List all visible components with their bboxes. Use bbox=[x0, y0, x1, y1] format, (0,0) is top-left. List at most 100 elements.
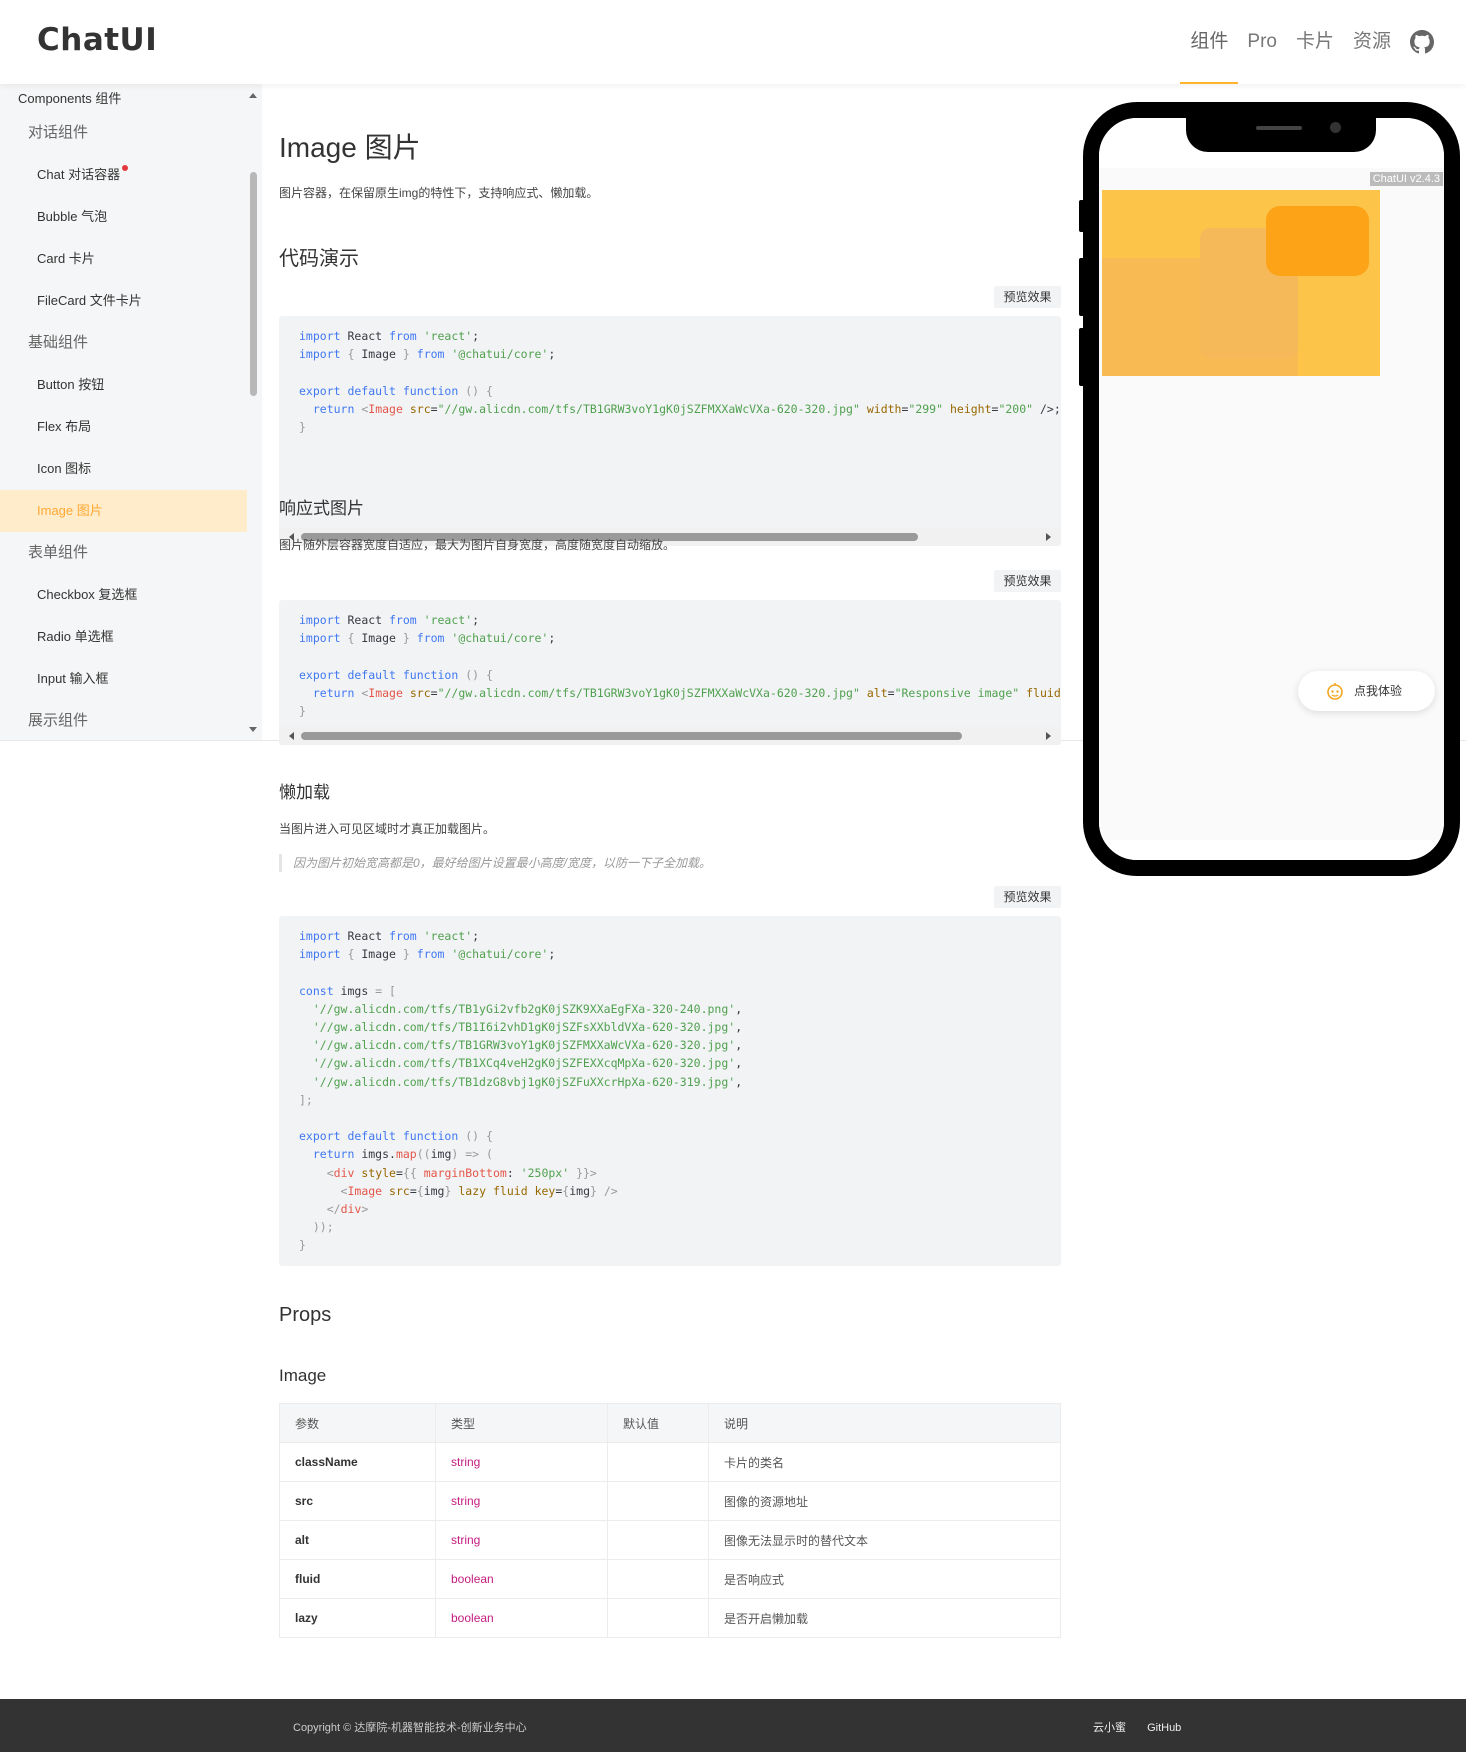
new-badge-dot bbox=[122, 165, 129, 171]
table-row: src string 图像的资源地址 bbox=[279, 1481, 1061, 1521]
robot-icon bbox=[1327, 683, 1343, 700]
code-hscroll[interactable] bbox=[279, 727, 1061, 745]
sidebar-title: Components 组件 bbox=[18, 91, 122, 106]
prop-name: fluid bbox=[279, 1559, 436, 1599]
version-label: ChatUI v2.4.3 bbox=[1369, 172, 1443, 186]
page-intro: 图片容器，在保留原生img的特性下，支持响应式、懒加载。 bbox=[279, 186, 599, 200]
sidebar-item-icon[interactable]: Icon 图标 bbox=[0, 448, 247, 490]
section-title-responsive: 响应式图片 bbox=[279, 499, 364, 518]
sidebar-item-bubble[interactable]: Bubble 气泡 bbox=[0, 196, 247, 238]
col-desc: 说明 bbox=[708, 1403, 1061, 1443]
props-subheading: Image bbox=[279, 1366, 327, 1385]
sidebar-item-image[interactable]: Image 图片 bbox=[0, 490, 247, 532]
col-default: 默认值 bbox=[607, 1403, 709, 1443]
code-block: import React from 'react'; import { Imag… bbox=[279, 316, 1061, 546]
scroll-down-arrow[interactable] bbox=[249, 727, 257, 732]
phone-notch bbox=[1186, 118, 1376, 152]
sidebar-group-basic: 基础组件 bbox=[28, 334, 89, 351]
demo-heading: 代码演示 bbox=[279, 248, 359, 270]
sidebar-scrollbar[interactable] bbox=[250, 172, 257, 396]
prop-name: alt bbox=[279, 1520, 436, 1560]
footer-link-xiaomi[interactable]: 云小蜜 bbox=[1093, 1722, 1126, 1734]
col-param: 参数 bbox=[279, 1403, 436, 1443]
sidebar-item-filecard[interactable]: FileCard 文件卡片 bbox=[0, 280, 247, 322]
sidebar-menu: 对话组件 Chat 对话容器 Bubble 气泡 Card 卡片 FileCar… bbox=[0, 112, 247, 740]
sidebar-item-chat[interactable]: Chat 对话容器 bbox=[0, 154, 247, 196]
prop-desc: 图像无法显示时的替代文本 bbox=[708, 1520, 1061, 1560]
top-nav: 组件 Pro 卡片 资源 bbox=[1180, 0, 1466, 84]
copyright: Copyright © 达摩院-机器智能技术-创新业务中心 bbox=[293, 1722, 527, 1734]
scroll-right-arrow[interactable] bbox=[1046, 533, 1051, 541]
page-title: Image 图片 bbox=[279, 132, 421, 163]
sidebar-item-card[interactable]: Card 卡片 bbox=[0, 238, 247, 280]
props-table: 参数 类型 默认值 说明 className string 卡片的类名 src … bbox=[279, 1403, 1061, 1638]
preview-button[interactable]: 预览效果 bbox=[994, 286, 1061, 308]
scroll-left-arrow[interactable] bbox=[289, 732, 294, 740]
col-type: 类型 bbox=[435, 1403, 608, 1443]
prop-desc: 是否响应式 bbox=[708, 1559, 1061, 1599]
code-block: import React from 'react'; import { Imag… bbox=[279, 600, 1061, 745]
prop-type: string bbox=[435, 1442, 608, 1482]
preview-button[interactable]: 预览效果 bbox=[994, 886, 1061, 908]
prop-name: src bbox=[279, 1481, 436, 1521]
footer: Copyright © 达摩院-机器智能技术-创新业务中心 云小蜜 GitHub bbox=[0, 1699, 1466, 1752]
prop-default bbox=[607, 1598, 709, 1638]
sidebar-item-input[interactable]: Input 输入框 bbox=[0, 658, 247, 700]
footer-link-github[interactable]: GitHub bbox=[1147, 1722, 1181, 1734]
preview-image bbox=[1102, 190, 1380, 376]
sidebar-item-checkbox[interactable]: Checkbox 复选框 bbox=[0, 574, 247, 616]
note-quote: 因为图片初始宽高都是0，最好给图片设置最小高度/宽度，以防一下子全加载。 bbox=[279, 854, 711, 872]
sidebar-group-display: 展示组件 bbox=[28, 712, 89, 729]
table-row: lazy boolean 是否开启懒加载 bbox=[279, 1598, 1061, 1638]
sidebar-group-form: 表单组件 bbox=[28, 544, 89, 561]
nav-pro[interactable]: Pro bbox=[1247, 0, 1277, 84]
footer-links: 云小蜜 GitHub bbox=[1093, 1719, 1199, 1735]
prop-type: string bbox=[435, 1520, 608, 1560]
sidebar-group-chat: 对话组件 bbox=[28, 124, 89, 141]
prop-type: string bbox=[435, 1481, 608, 1521]
section-desc-responsive: 图片随外层容器宽度自适应，最大为图片自身宽度，高度随宽度自动缩放。 bbox=[279, 538, 676, 552]
prop-desc: 是否开启懒加载 bbox=[708, 1598, 1061, 1638]
code-block: import React from 'react'; import { Imag… bbox=[279, 916, 1061, 1266]
section-desc-lazy: 当图片进入可见区域时才真正加载图片。 bbox=[279, 822, 496, 836]
sidebar-item-flex[interactable]: Flex 布局 bbox=[0, 406, 247, 448]
scroll-up-arrow[interactable] bbox=[249, 93, 257, 98]
prop-default bbox=[607, 1481, 709, 1521]
prop-desc: 图像的资源地址 bbox=[708, 1481, 1061, 1521]
sidebar-item-radio[interactable]: Radio 单选框 bbox=[0, 616, 247, 658]
prop-desc: 卡片的类名 bbox=[708, 1442, 1061, 1482]
nav-components[interactable]: 组件 bbox=[1180, 0, 1239, 84]
speaker-grille bbox=[1256, 126, 1302, 130]
preview-button[interactable]: 预览效果 bbox=[994, 570, 1061, 592]
try-it-label: 点我体验 bbox=[1354, 684, 1403, 698]
preview-image-c bbox=[1266, 206, 1369, 276]
prop-default bbox=[607, 1559, 709, 1599]
camera-icon bbox=[1330, 122, 1341, 133]
sidebar: Components 组件 对话组件 Chat 对话容器 Bubble 气泡 C… bbox=[0, 84, 262, 740]
table-row: fluid boolean 是否响应式 bbox=[279, 1559, 1061, 1599]
prop-default bbox=[607, 1520, 709, 1560]
section-title-lazy: 懒加载 bbox=[279, 783, 330, 802]
table-row: className string 卡片的类名 bbox=[279, 1442, 1061, 1482]
try-it-button[interactable]: 点我体验 bbox=[1298, 671, 1435, 711]
nav-resources[interactable]: 资源 bbox=[1353, 0, 1391, 84]
scroll-right-arrow[interactable] bbox=[1046, 732, 1051, 740]
props-heading: Props bbox=[279, 1304, 332, 1326]
prop-type: boolean bbox=[435, 1598, 608, 1638]
prop-default bbox=[607, 1442, 709, 1482]
scroll-thumb[interactable] bbox=[301, 732, 962, 740]
table-header-row: 参数 类型 默认值 说明 bbox=[279, 1403, 1061, 1443]
phone-screen: ChatUI v2.4.3 点我体验 bbox=[1099, 118, 1444, 860]
table-row: alt string 图像无法显示时的替代文本 bbox=[279, 1520, 1061, 1560]
prop-type: boolean bbox=[435, 1559, 608, 1599]
logo[interactable]: ChatUI bbox=[37, 22, 157, 58]
prop-name: className bbox=[279, 1442, 436, 1482]
github-icon[interactable] bbox=[1410, 30, 1434, 54]
nav-cards[interactable]: 卡片 bbox=[1296, 0, 1334, 84]
sidebar-item-button[interactable]: Button 按钮 bbox=[0, 364, 247, 406]
preview-content: ChatUI v2.4.3 点我体验 bbox=[1099, 168, 1444, 840]
prop-name: lazy bbox=[279, 1598, 436, 1638]
sidebar-item-label: Chat 对话容器 bbox=[37, 167, 121, 182]
phone-preview: ChatUI v2.4.3 点我体验 bbox=[1083, 102, 1460, 876]
top-header: ChatUI 组件 Pro 卡片 资源 bbox=[0, 0, 1466, 84]
